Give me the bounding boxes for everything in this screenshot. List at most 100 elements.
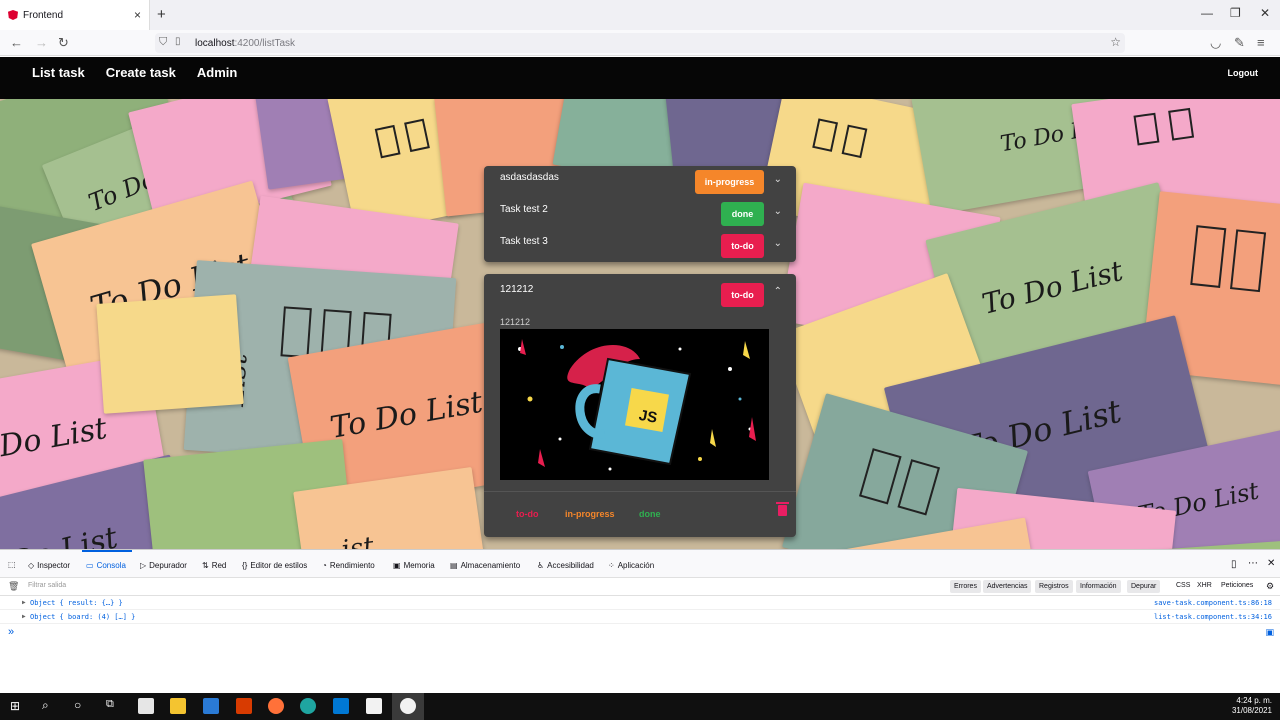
task-title: Task test 3	[500, 236, 548, 247]
url-path: :4200/listTask	[234, 37, 296, 49]
filter-xhr[interactable]: XHR	[1197, 582, 1212, 589]
bookmark-star-icon[interactable]: ☆	[1110, 35, 1121, 49]
task-view-icon[interactable]: ⧉	[106, 698, 114, 711]
note-text: Do List	[0, 410, 110, 465]
tab-inspector[interactable]: ◇ Inspector	[28, 561, 70, 570]
search-icon[interactable]: ⌕	[42, 698, 49, 713]
multiline-editor-icon[interactable]: ▣	[1265, 627, 1274, 638]
clock-time: 4:24 p. m.	[1236, 696, 1272, 705]
console-log-row[interactable]: ▶ Object { board: (4) […] } list-task.co…	[0, 610, 1280, 624]
set-to-do-button[interactable]: to-do	[516, 509, 539, 519]
note-text: Do List	[7, 520, 121, 549]
task-row[interactable]: Task test 2 done ⌄	[484, 198, 796, 230]
firefox-icon[interactable]	[268, 698, 284, 714]
tab-label: Memoria	[403, 561, 435, 570]
minimize-icon[interactable]: —	[1201, 6, 1213, 20]
reload-icon[interactable]: ↻	[58, 35, 69, 51]
pocket-icon[interactable]: ◡	[1210, 35, 1221, 51]
expand-arrow-icon[interactable]: ▶	[22, 613, 26, 620]
tab-label: Almacenamiento	[460, 561, 521, 570]
trash-icon[interactable]: 🗑	[8, 581, 19, 592]
filter-requests[interactable]: Peticiones	[1221, 582, 1253, 589]
page-icon: ▯	[175, 36, 181, 47]
trash-icon[interactable]	[776, 502, 789, 516]
clock-date: 31/08/2021	[1231, 706, 1272, 715]
filter-input[interactable]: Filtrar salida	[28, 582, 66, 589]
task-list-panel: asdasdasdas in-progress ⌄ Task test 2 do…	[484, 166, 796, 262]
url-host: localhost	[195, 37, 235, 49]
status-badge-in-progress[interactable]: in-progress	[695, 170, 764, 194]
menu-icon[interactable]: ≡	[1257, 35, 1265, 50]
more-options-icon[interactable]: ⋯	[1248, 558, 1258, 569]
status-badge-to-do[interactable]: to-do	[721, 234, 764, 258]
nav-list-task[interactable]: List task	[32, 65, 85, 81]
tab-performance[interactable]: ◔ Rendimiento	[322, 561, 375, 570]
console-filter-bar: 🗑 Filtrar salida Errores Advertencias Re…	[0, 578, 1280, 596]
note-doodle	[897, 459, 941, 516]
edge-icon[interactable]	[300, 698, 316, 714]
level-info[interactable]: Información	[1076, 580, 1121, 593]
filter-css[interactable]: CSS	[1176, 582, 1190, 589]
log-source[interactable]: list-task.component.ts:34:16	[1154, 613, 1272, 621]
eyedropper-icon[interactable]: ✎	[1234, 35, 1245, 51]
status-badge-to-do[interactable]: to-do	[721, 283, 764, 307]
tab-storage[interactable]: ▤ Almacenamiento	[450, 561, 520, 570]
tab-accessibility[interactable]: ♿ Accesibilidad	[537, 561, 594, 570]
system-clock[interactable]: 4:24 p. m. 31/08/2021	[1232, 696, 1272, 716]
level-logs[interactable]: Registros	[1035, 580, 1073, 593]
status-badge-done[interactable]: done	[721, 202, 764, 226]
nav-admin[interactable]: Admin	[197, 65, 237, 81]
office-icon[interactable]	[236, 698, 252, 714]
devtools-tabs: ⬚ ◇ Inspector ▭ Consola ▷ Depurador ⇅ Re…	[0, 550, 1280, 578]
tab-memory[interactable]: ▣ Memoria	[393, 561, 435, 570]
gear-icon[interactable]: ⚙	[1266, 581, 1274, 592]
level-errors[interactable]: Errores	[950, 580, 981, 593]
store-icon[interactable]	[138, 698, 154, 714]
console-prompt[interactable]: »	[8, 626, 14, 638]
console-log-row[interactable]: ▶ Object { result: {…} } save-task.compo…	[0, 596, 1280, 610]
level-warnings[interactable]: Advertencias	[983, 580, 1032, 593]
restore-icon[interactable]: ❐	[1230, 6, 1241, 20]
set-done-button[interactable]: done	[639, 509, 661, 519]
level-debug[interactable]: Depurar	[1127, 580, 1161, 593]
element-picker-icon[interactable]: ⬚	[8, 560, 16, 569]
cortana-icon[interactable]: ○	[74, 698, 81, 712]
note-doodle	[1190, 225, 1227, 288]
browser-tab[interactable]: Frontend ×	[0, 0, 150, 30]
close-icon[interactable]: ×	[134, 8, 141, 22]
dock-icon[interactable]: ▯	[1231, 559, 1237, 570]
url-bar[interactable]: ⛉ ▯ localhost :4200/listTask ☆	[155, 33, 1125, 53]
new-tab-icon[interactable]: +	[157, 6, 166, 23]
forward-icon[interactable]: →	[35, 35, 48, 50]
nav-create-task[interactable]: Create task	[106, 65, 176, 81]
mongodb-icon[interactable]	[400, 698, 416, 714]
mongodb-compass-icon[interactable]	[366, 698, 382, 714]
close-devtools-icon[interactable]: ✕	[1267, 558, 1275, 569]
angular-icon	[8, 10, 18, 20]
tab-network[interactable]: ⇅ Red	[202, 561, 226, 570]
tab-style-editor[interactable]: {} Editor de estilos	[242, 561, 307, 570]
chevron-down-icon[interactable]: ⌄	[774, 174, 782, 185]
log-source[interactable]: save-task.component.ts:86:18	[1154, 599, 1272, 607]
back-icon[interactable]: ←	[10, 35, 23, 50]
note-doodle	[1230, 229, 1267, 293]
chevron-down-icon[interactable]: ⌄	[774, 206, 782, 217]
logout-button[interactable]: Logout	[1228, 68, 1259, 78]
shield-icon: ⛉	[159, 36, 168, 48]
tab-console[interactable]: ▭ Consola	[86, 561, 126, 570]
file-explorer-icon[interactable]	[170, 698, 186, 714]
expand-arrow-icon[interactable]: ▶	[22, 599, 26, 606]
chevron-down-icon[interactable]: ⌄	[774, 238, 782, 249]
window-close-icon[interactable]: ✕	[1260, 6, 1270, 20]
mail-icon[interactable]	[203, 698, 219, 714]
tab-debugger[interactable]: ▷ Depurador	[140, 561, 187, 570]
task-row[interactable]: Task test 3 to-do ⌄	[484, 230, 796, 262]
vscode-icon[interactable]	[333, 698, 349, 714]
task-row[interactable]: asdasdasdas in-progress ⌄	[484, 166, 796, 198]
note-text: To Do List	[327, 384, 486, 446]
chevron-up-icon[interactable]: ⌃	[774, 286, 782, 297]
tab-application[interactable]: ⁘ Aplicación	[608, 561, 654, 570]
windows-start-icon[interactable]: ⊞	[10, 699, 20, 713]
set-in-progress-button[interactable]: in-progress	[565, 509, 615, 519]
tab-label: Rendimiento	[329, 561, 375, 570]
